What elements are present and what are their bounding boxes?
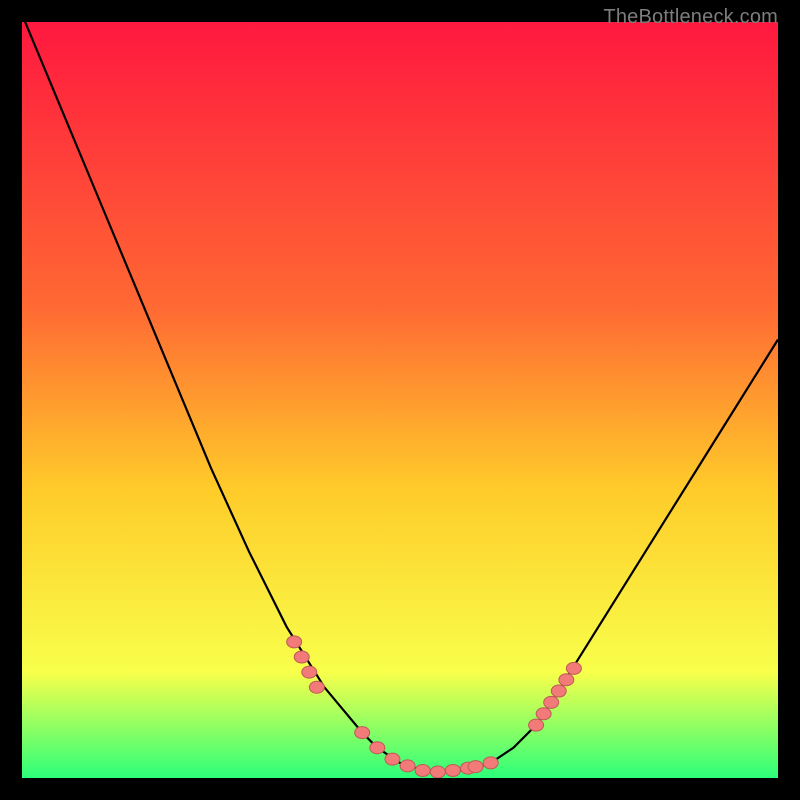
bead-marker [559, 674, 574, 686]
bead-marker [400, 760, 415, 772]
bead-marker [544, 696, 559, 708]
bead-marker [415, 764, 430, 776]
gradient-background [22, 22, 778, 778]
bead-marker [430, 766, 445, 778]
bead-marker [302, 666, 317, 678]
bead-marker [483, 757, 498, 769]
bead-marker [287, 636, 302, 648]
bead-marker [536, 708, 551, 720]
bead-marker [370, 742, 385, 754]
bead-marker [445, 764, 460, 776]
chart-frame: TheBottleneck.com [0, 0, 800, 800]
bead-marker [294, 651, 309, 663]
bead-marker [385, 753, 400, 765]
bead-marker [309, 681, 324, 693]
bead-marker [551, 685, 566, 697]
chart-svg [22, 22, 778, 778]
bead-marker [468, 761, 483, 773]
bead-marker [355, 727, 370, 739]
watermark-text: TheBottleneck.com [603, 6, 778, 29]
plot-area [22, 22, 778, 778]
bead-marker [566, 662, 581, 674]
bead-marker [529, 719, 544, 731]
